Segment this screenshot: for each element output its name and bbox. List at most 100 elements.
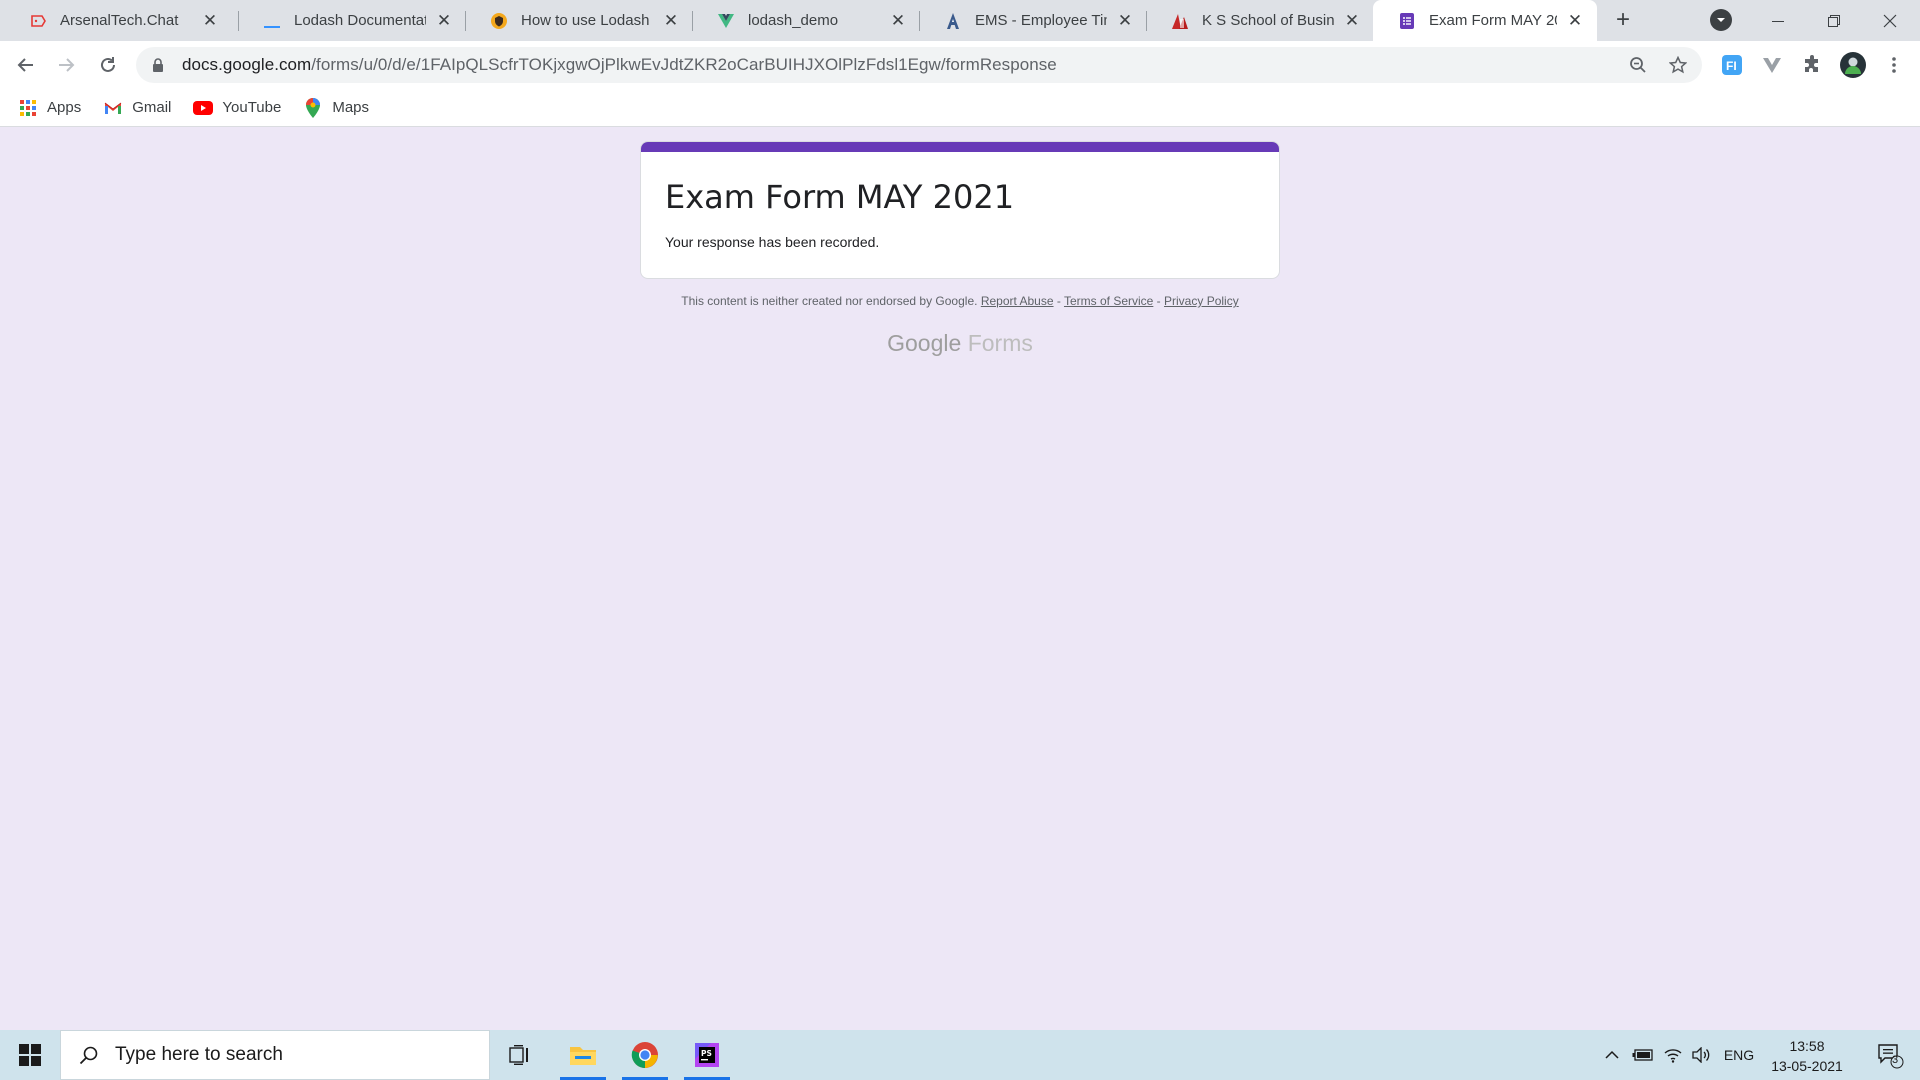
action-center-button[interactable]: 3 bbox=[1866, 1030, 1914, 1080]
google-forms-logo[interactable]: Google Forms bbox=[640, 330, 1280, 357]
svg-text:PS: PS bbox=[701, 1049, 712, 1058]
bookmark-youtube[interactable]: YouTube bbox=[193, 98, 281, 118]
tab-title: K S School of Business bbox=[1202, 12, 1334, 29]
close-icon[interactable]: ✕ bbox=[434, 11, 454, 31]
angular-icon bbox=[943, 11, 963, 31]
forward-button[interactable] bbox=[50, 49, 82, 81]
chevron-up-icon bbox=[1605, 1050, 1619, 1059]
close-icon[interactable]: ✕ bbox=[1115, 11, 1135, 31]
bookmark-apps[interactable]: Apps bbox=[18, 98, 81, 118]
phpstorm-icon: PS bbox=[695, 1043, 719, 1067]
close-icon[interactable]: ✕ bbox=[1342, 11, 1362, 31]
brand-forms: Forms bbox=[967, 330, 1033, 356]
reload-button[interactable] bbox=[92, 49, 124, 81]
lock-icon[interactable] bbox=[150, 57, 166, 73]
url-host: docs.google.com bbox=[182, 55, 312, 74]
tab-title: ArsenalTech.Chat bbox=[60, 12, 179, 29]
tab-search-button[interactable] bbox=[1710, 9, 1732, 31]
footer-separator: - bbox=[1153, 294, 1165, 308]
arrow-left-icon bbox=[17, 58, 33, 72]
back-button[interactable] bbox=[10, 49, 42, 81]
puzzle-icon[interactable] bbox=[1798, 51, 1826, 79]
response-card: Exam Form MAY 2021 Your response has bee… bbox=[640, 141, 1280, 279]
bookmark-label: Apps bbox=[47, 99, 82, 116]
tab-ks-school[interactable]: K S School of Business ✕ bbox=[1146, 0, 1374, 41]
chrome-icon bbox=[631, 1042, 658, 1069]
tab-title: lodash_demo bbox=[748, 12, 839, 29]
folder-icon bbox=[570, 1047, 596, 1065]
arrow-right-icon bbox=[59, 58, 75, 72]
start-button[interactable] bbox=[0, 1030, 60, 1080]
tab-how-to-lodash[interactable]: How to use Lodash with ✕ bbox=[465, 0, 693, 41]
zoom-icon[interactable] bbox=[1624, 51, 1652, 79]
search-icon bbox=[77, 1043, 101, 1067]
brand-google: Google bbox=[887, 330, 962, 356]
close-icon[interactable]: ✕ bbox=[661, 11, 681, 31]
close-window-button[interactable] bbox=[1862, 0, 1918, 41]
reload-icon bbox=[101, 57, 115, 72]
star-icon[interactable] bbox=[1664, 51, 1692, 79]
search-input[interactable] bbox=[113, 1043, 473, 1067]
tab-ems[interactable]: EMS - Employee Timesheet ✕ bbox=[919, 0, 1147, 41]
footer-disclaimer: This content is neither created nor endo… bbox=[640, 294, 1280, 308]
gmail-icon bbox=[103, 98, 123, 118]
taskbar-search[interactable] bbox=[60, 1030, 490, 1080]
phpstorm-button[interactable]: PS bbox=[680, 1030, 734, 1080]
url-path: /forms/u/0/d/e/1FAIpQLScfrTOKjxgwOjPlkwE… bbox=[311, 55, 1057, 74]
language-indicator[interactable]: ENG bbox=[1722, 1030, 1756, 1080]
bookmark-maps[interactable]: Maps bbox=[303, 97, 370, 118]
minimize-button[interactable] bbox=[1750, 0, 1806, 41]
tab-title: Exam Form MAY 2021 bbox=[1429, 12, 1557, 29]
battery-icon[interactable] bbox=[1630, 1030, 1656, 1080]
browser-toolbar: docs.google.com/forms/u/0/d/e/1FAIpQLScf… bbox=[0, 41, 1920, 89]
url-text[interactable]: docs.google.com/forms/u/0/d/e/1FAIpQLScf… bbox=[182, 55, 1057, 75]
close-icon[interactable]: ✕ bbox=[1565, 11, 1585, 31]
volume-icon[interactable] bbox=[1689, 1030, 1715, 1080]
chevron-down-icon bbox=[1717, 18, 1725, 22]
windows-taskbar: PS ENG 13:58 13-05-2021 3 bbox=[0, 1030, 1920, 1080]
task-view-button[interactable] bbox=[493, 1030, 547, 1080]
bookmark-gmail[interactable]: Gmail bbox=[103, 98, 171, 118]
restore-button[interactable] bbox=[1806, 0, 1862, 41]
menu-icon[interactable] bbox=[1880, 51, 1908, 79]
close-icon[interactable]: ✕ bbox=[888, 11, 908, 31]
tab-lodash-demo[interactable]: lodash_demo ✕ bbox=[692, 0, 920, 41]
address-bar[interactable]: docs.google.com/forms/u/0/d/e/1FAIpQLScf… bbox=[136, 47, 1702, 83]
shield-icon bbox=[489, 11, 509, 31]
close-icon[interactable]: ✕ bbox=[200, 11, 220, 31]
report-abuse-link[interactable]: Report Abuse bbox=[981, 294, 1054, 308]
privacy-link[interactable]: Privacy Policy bbox=[1164, 294, 1239, 308]
bookmarks-bar: Apps Gmail YouTube Maps bbox=[0, 89, 1920, 127]
tab-title: How to use Lodash with bbox=[521, 12, 653, 29]
tab-title: EMS - Employee Timesheet bbox=[975, 12, 1107, 29]
file-explorer-button[interactable] bbox=[556, 1030, 610, 1080]
clock-date: 13-05-2021 bbox=[1771, 1058, 1843, 1074]
vue-icon bbox=[716, 11, 736, 31]
terms-link[interactable]: Terms of Service bbox=[1064, 294, 1153, 308]
youtube-icon bbox=[193, 98, 214, 118]
maps-pin-icon bbox=[303, 97, 323, 118]
system-clock[interactable]: 13:58 13-05-2021 bbox=[1762, 1036, 1852, 1076]
apps-grid-icon bbox=[18, 98, 38, 118]
wifi-icon[interactable] bbox=[1660, 1030, 1686, 1080]
show-hidden-icons[interactable] bbox=[1600, 1030, 1624, 1080]
tab-lodash-docs[interactable]: Lodash Documentation ✕ bbox=[238, 0, 466, 41]
lodash-icon bbox=[262, 11, 282, 31]
card-accent-bar bbox=[641, 142, 1279, 152]
notification-count: 3 bbox=[1892, 1054, 1899, 1066]
vue-devtools-icon[interactable] bbox=[1758, 51, 1786, 79]
avatar[interactable] bbox=[1839, 51, 1867, 79]
new-tab-button[interactable]: + bbox=[1610, 8, 1636, 34]
notification-icon bbox=[1878, 1044, 1904, 1069]
tab-exam-form[interactable]: Exam Form MAY 2021 ✕ bbox=[1373, 0, 1597, 41]
bookmark-label: YouTube bbox=[222, 99, 282, 116]
tab-strip: ArsenalTech.Chat ✕ Lodash Documentation … bbox=[0, 0, 1920, 41]
google-forms-icon bbox=[1397, 11, 1417, 31]
bookmark-label: Maps bbox=[332, 99, 370, 116]
school-logo-icon bbox=[1170, 11, 1190, 31]
chrome-button[interactable] bbox=[618, 1030, 672, 1080]
task-view-icon bbox=[509, 1045, 528, 1065]
tab-arsenaltech[interactable]: ArsenalTech.Chat ✕ bbox=[4, 0, 232, 41]
extension-fi-icon[interactable]: FI bbox=[1718, 51, 1746, 79]
form-title: Exam Form MAY 2021 bbox=[665, 178, 1015, 216]
